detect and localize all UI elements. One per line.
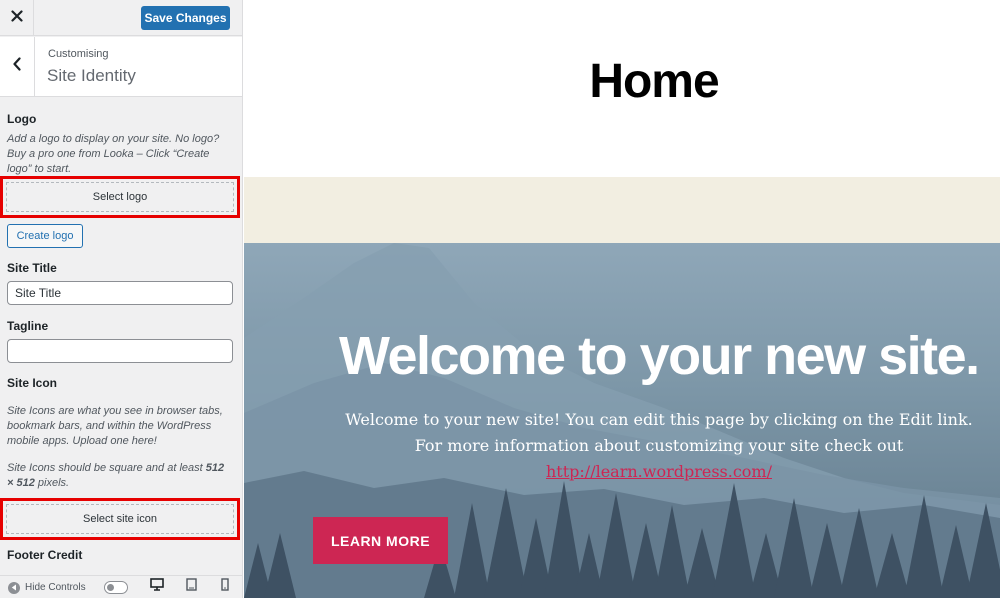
hide-controls-label: Hide Controls (25, 582, 86, 593)
hero-text: Welcome to your new site! You can edit t… (345, 410, 973, 481)
site-title-label: Site Title (7, 261, 57, 275)
select-logo-highlight: Select logo (0, 176, 240, 218)
toggle-switch[interactable] (104, 581, 128, 594)
preview-header: Home (244, 0, 1000, 177)
desktop-icon (150, 578, 164, 596)
footer-credit-label: Footer Credit (7, 548, 83, 562)
hero-cover: Welcome to your new site. Welcome to you… (244, 243, 1000, 598)
hide-controls-button[interactable]: Hide Controls (8, 580, 86, 595)
section-title: Site Identity (47, 66, 136, 85)
tablet-icon (185, 578, 197, 596)
site-title-input[interactable] (7, 281, 233, 305)
site-icon-label: Site Icon (7, 376, 58, 390)
mobile-preview-button[interactable] (217, 578, 233, 596)
site-preview: Home Welcome to your new site. Welcome t… (244, 0, 1000, 598)
mobile-icon (221, 578, 229, 596)
select-site-icon-button[interactable]: Select site icon (6, 504, 234, 534)
site-icon-size-note: Site Icons should be square and at least… (7, 462, 225, 489)
back-button[interactable] (0, 37, 35, 96)
site-icon-description: Site Icons are what you see in browser t… (7, 405, 223, 447)
customizer-sidebar: Save Changes Customising Site Identity L… (0, 0, 243, 598)
chevron-left-icon (12, 57, 22, 76)
customizer-footer: Hide Controls (0, 575, 242, 598)
hero-title: Welcome to your new site. (339, 326, 980, 386)
tagline-label: Tagline (7, 319, 49, 333)
section-header: Customising Site Identity (0, 37, 242, 97)
learn-more-button[interactable]: LEARN MORE (313, 517, 448, 564)
select-site-icon-highlight: Select site icon (0, 498, 240, 540)
create-logo-button[interactable]: Create logo (7, 224, 83, 248)
learn-wordpress-link[interactable]: http://learn.wordpress.com/ (546, 462, 772, 481)
breadcrumb: Customising (48, 48, 109, 60)
page-title: Home (589, 55, 719, 108)
logo-description: Add a logo to display on your site. No l… (7, 133, 220, 175)
close-icon (10, 9, 23, 27)
save-changes-button[interactable]: Save Changes (141, 6, 230, 30)
desktop-preview-button[interactable] (149, 578, 165, 596)
tablet-preview-button[interactable] (183, 578, 199, 596)
tagline-input[interactable] (7, 339, 233, 363)
beige-band (244, 177, 1000, 243)
collapse-icon (8, 581, 20, 594)
close-button[interactable] (0, 0, 34, 36)
customizer-header: Save Changes (0, 0, 242, 36)
logo-label: Logo (7, 112, 37, 126)
select-logo-button[interactable]: Select logo (6, 182, 234, 212)
